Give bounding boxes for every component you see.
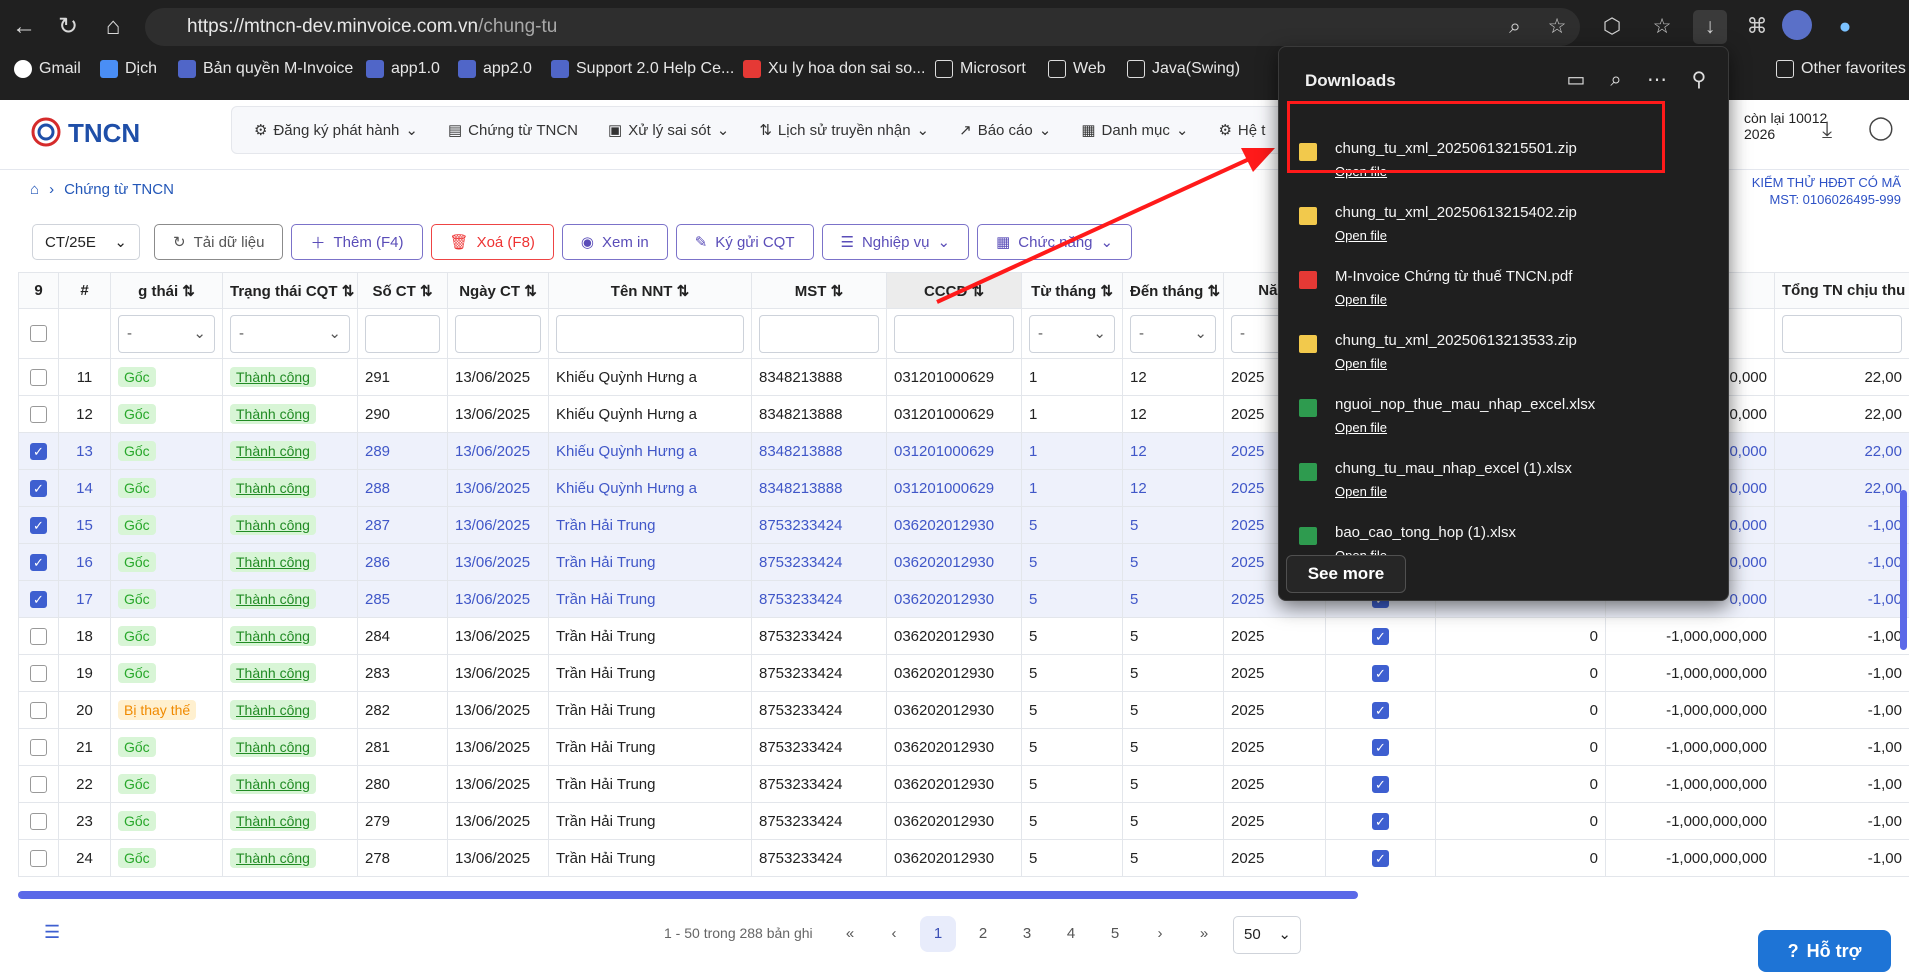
xlsx-file-icon	[1299, 527, 1317, 545]
pdf-file-icon	[1299, 271, 1317, 289]
zip-file-icon	[1299, 143, 1317, 161]
download-filename[interactable]: chung_tu_xml_20250613215501.zip	[1335, 140, 1577, 157]
see-more-button[interactable]: See more	[1286, 555, 1406, 593]
open-file-link[interactable]: Open file	[1335, 164, 1387, 179]
downloads-panel: Downloads ▭ ⌕ ⋯ ⚲ chung_tu_xml_202506132…	[1278, 46, 1729, 601]
downloads-title: Downloads	[1305, 71, 1396, 90]
open-file-link[interactable]: Open file	[1335, 356, 1387, 371]
open-file-link[interactable]: Open file	[1335, 292, 1387, 307]
download-filename[interactable]: M-Invoice Chứng từ thuế TNCN.pdf	[1335, 268, 1572, 285]
download-item[interactable]: M-Invoice Chứng từ thuế TNCN.pdf Open fil…	[1295, 261, 1714, 317]
download-item[interactable]: chung_tu_xml_20250613215501.zip Open file	[1295, 133, 1714, 189]
pin-icon[interactable]: ⚲	[1685, 66, 1713, 94]
zip-file-icon	[1299, 335, 1317, 353]
download-filename[interactable]: nguoi_nop_thue_mau_nhap_excel.xlsx	[1335, 396, 1595, 413]
download-item[interactable]: chung_tu_xml_20250613213533.zip Open file	[1295, 325, 1714, 381]
download-item[interactable]: chung_tu_mau_nhap_excel (1).xlsx Open fil…	[1295, 453, 1714, 509]
open-folder-icon[interactable]: ▭	[1562, 66, 1590, 94]
search-icon[interactable]: ⌕	[1602, 66, 1630, 94]
xlsx-file-icon	[1299, 463, 1317, 481]
open-file-link[interactable]: Open file	[1335, 228, 1387, 243]
download-item[interactable]: chung_tu_xml_20250613215402.zip Open file	[1295, 197, 1714, 253]
download-filename[interactable]: bao_cao_tong_hop (1).xlsx	[1335, 524, 1516, 541]
more-icon[interactable]: ⋯	[1643, 66, 1671, 94]
download-filename[interactable]: chung_tu_mau_nhap_excel (1).xlsx	[1335, 460, 1572, 477]
open-file-link[interactable]: Open file	[1335, 484, 1387, 499]
download-item[interactable]: nguoi_nop_thue_mau_nhap_excel.xlsx Open f…	[1295, 389, 1714, 445]
xlsx-file-icon	[1299, 399, 1317, 417]
download-filename[interactable]: chung_tu_xml_20250613215402.zip	[1335, 204, 1577, 221]
download-filename[interactable]: chung_tu_xml_20250613213533.zip	[1335, 332, 1577, 349]
zip-file-icon	[1299, 207, 1317, 225]
open-file-link[interactable]: Open file	[1335, 420, 1387, 435]
